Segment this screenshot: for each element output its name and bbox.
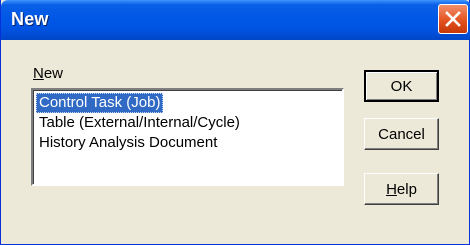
help-label: elp [396, 180, 417, 198]
close-x-icon [445, 11, 461, 27]
cancel-button[interactable]: Cancel [364, 118, 439, 150]
help-mnemonic: H [386, 180, 397, 198]
list-item-history-analysis[interactable]: History Analysis Document [36, 133, 220, 153]
list-item-control-task[interactable]: Control Task (Job) [36, 93, 164, 113]
close-button[interactable] [438, 4, 468, 34]
dialog-title: New [11, 9, 49, 29]
list-label-text: ew [43, 65, 64, 82]
title-bar[interactable]: New [1, 0, 470, 40]
new-dialog: New New Control Task (Job) Table (Extern… [0, 0, 470, 245]
list-label: New [33, 65, 63, 82]
help-button[interactable]: Help [364, 173, 439, 205]
list-label-mnemonic: N [33, 65, 44, 82]
list-item-table[interactable]: Table (External/Internal/Cycle) [36, 113, 243, 133]
document-type-listbox[interactable]: Control Task (Job) Table (External/Inter… [31, 88, 344, 186]
ok-button[interactable]: OK [364, 70, 439, 102]
